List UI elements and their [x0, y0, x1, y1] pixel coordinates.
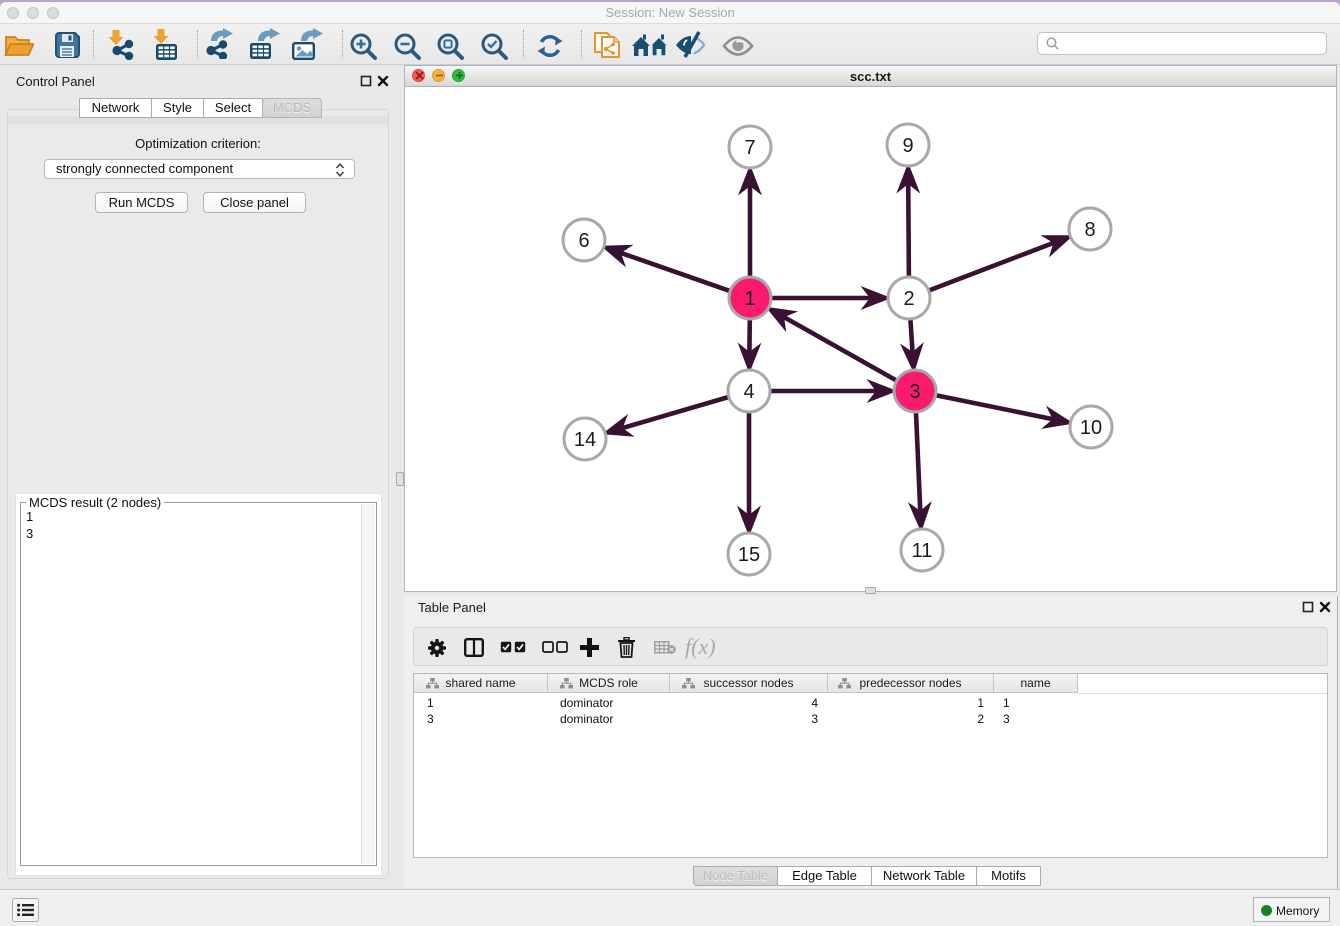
svg-text:1: 1 [744, 288, 755, 310]
svg-text:7: 7 [744, 137, 755, 159]
svg-text:15: 15 [738, 544, 760, 566]
svg-text:10: 10 [1080, 417, 1102, 439]
svg-text:8: 8 [1084, 219, 1095, 241]
svg-text:6: 6 [578, 230, 589, 252]
svg-text:3: 3 [909, 381, 920, 403]
svg-text:9: 9 [902, 135, 913, 157]
svg-text:11: 11 [912, 540, 933, 562]
svg-text:14: 14 [574, 429, 596, 451]
svg-text:4: 4 [743, 381, 754, 403]
svg-text:2: 2 [903, 288, 914, 310]
